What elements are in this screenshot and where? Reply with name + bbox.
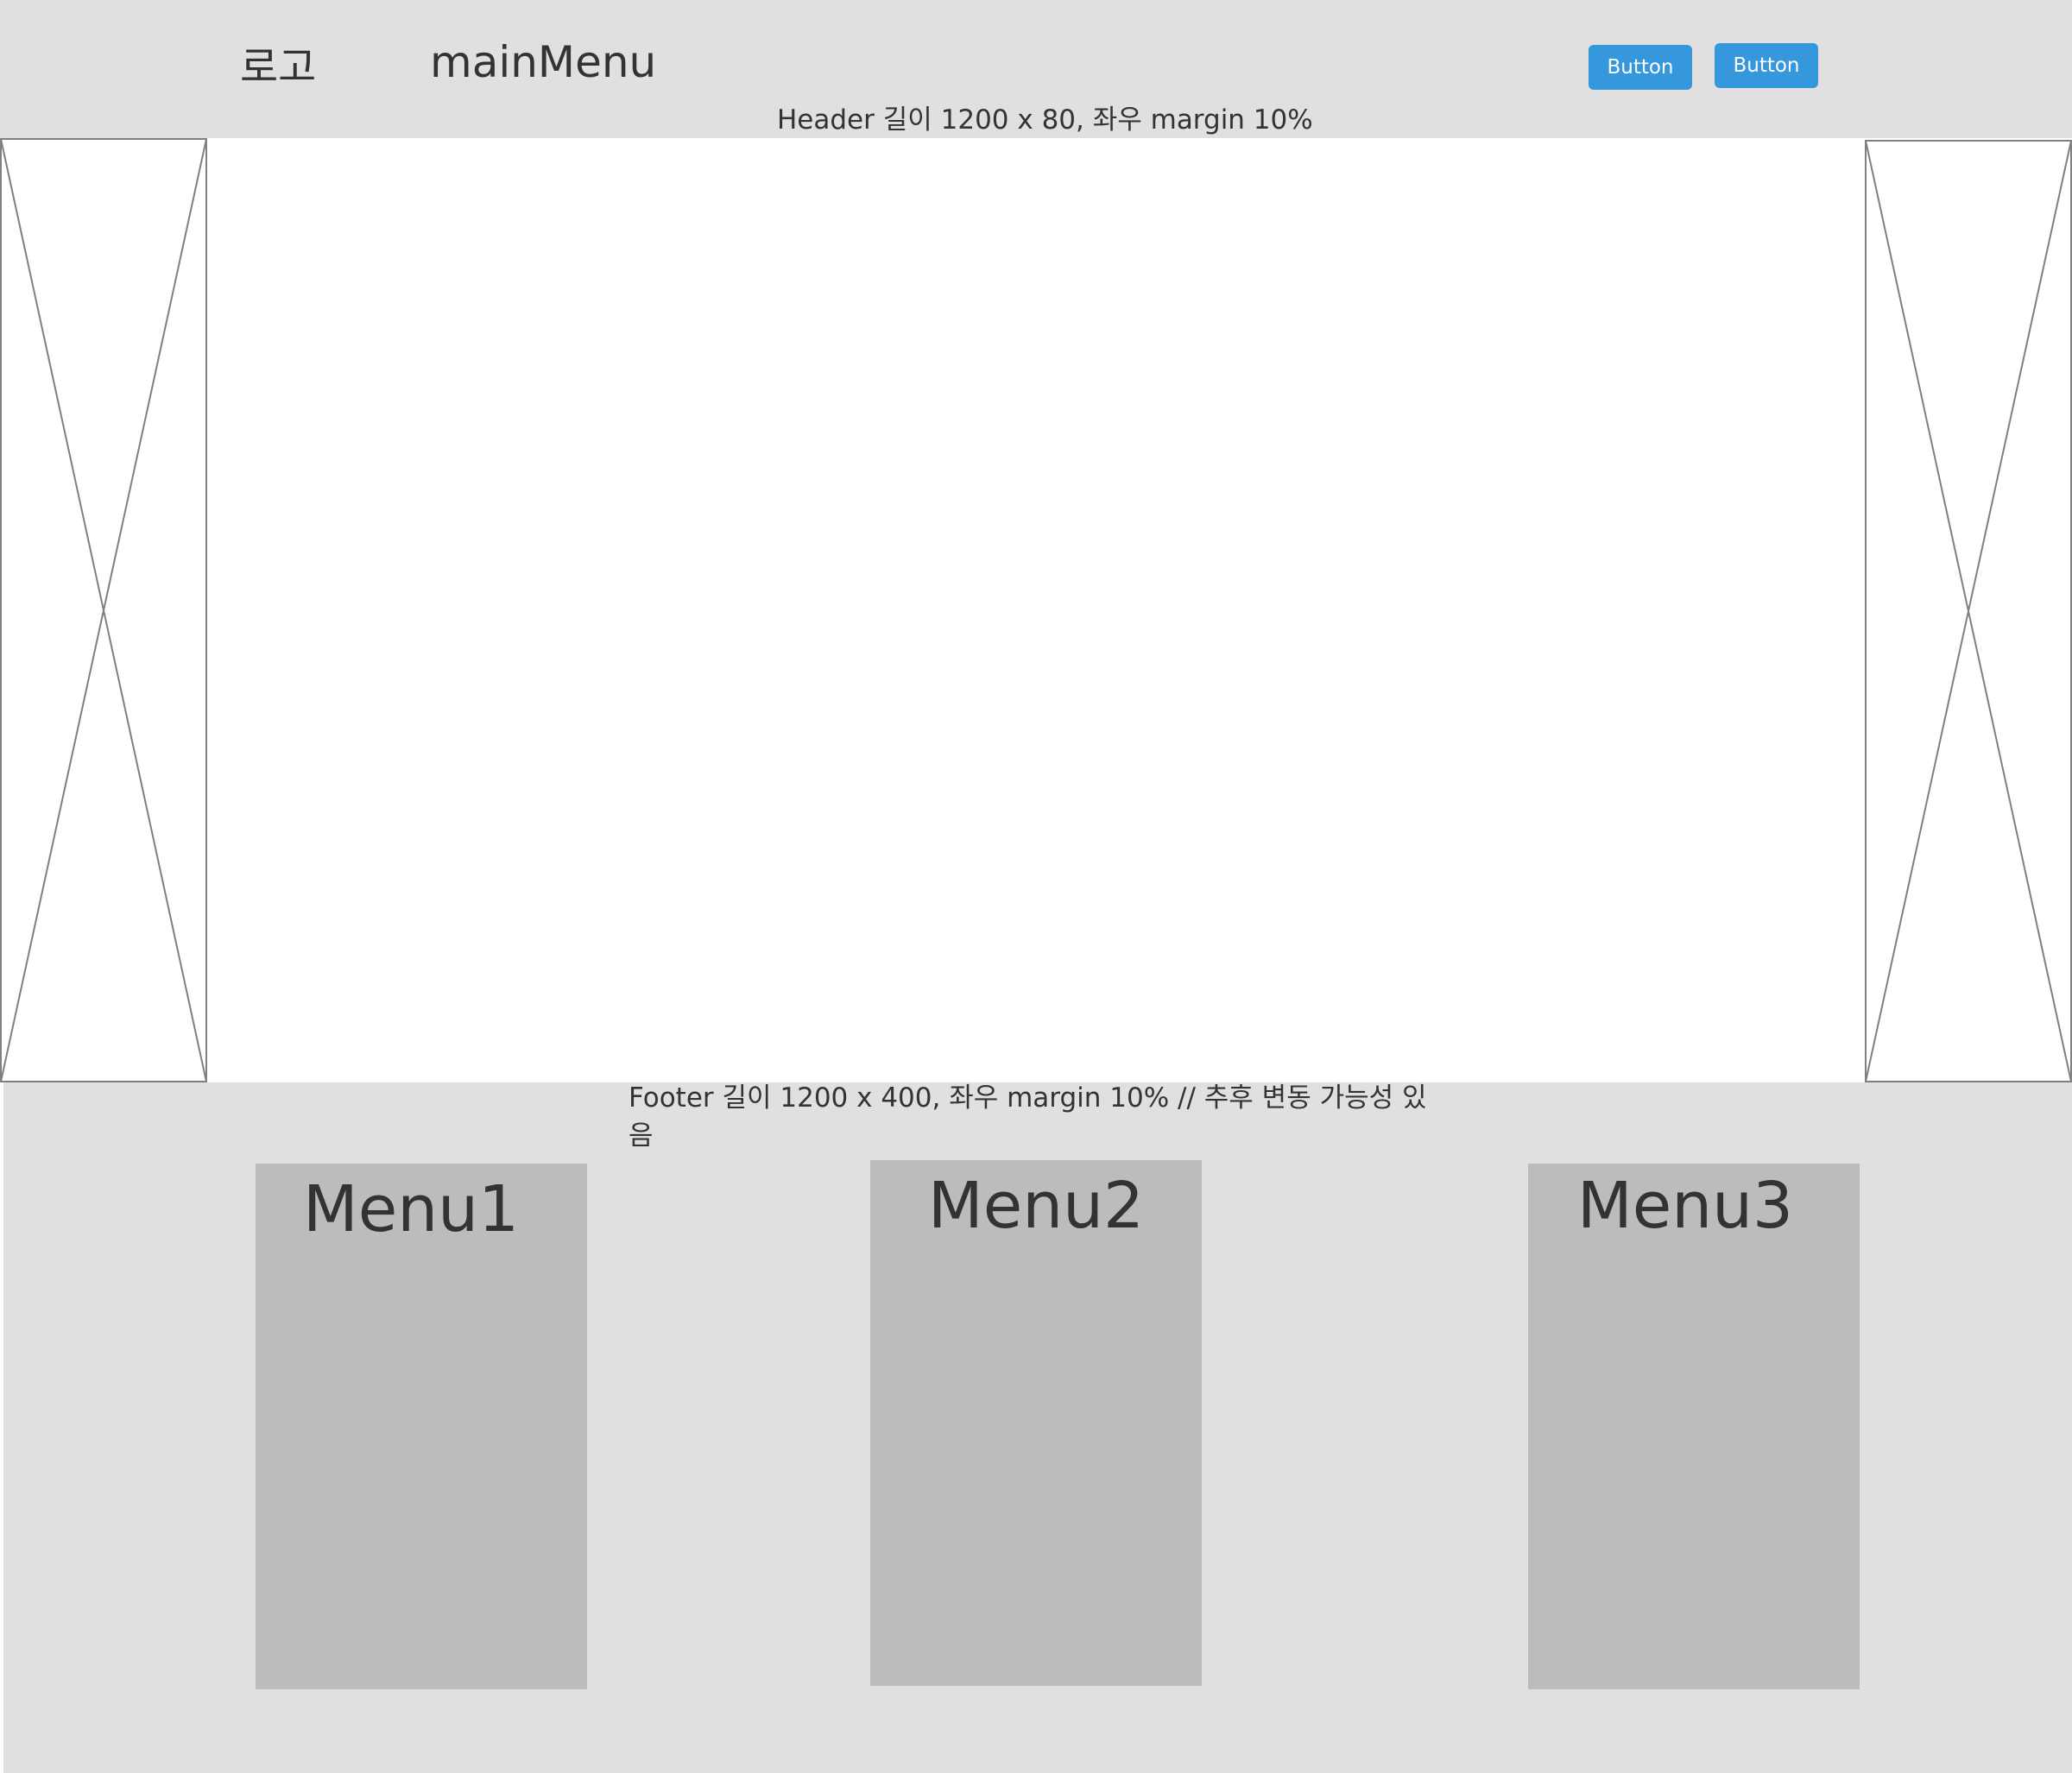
footer-menu-1[interactable]: Menu1	[256, 1164, 587, 1689]
header-button-1[interactable]: Button	[1589, 45, 1692, 90]
left-image-placeholder	[0, 138, 207, 1082]
footer-menu-2-label: Menu2	[927, 1169, 1145, 1243]
header-spec-note: Header 길이 1200 x 80, 좌우 margin 10%	[777, 104, 1313, 136]
wireframe-page: 로고 mainMenu Button Button Header 길이 1200…	[0, 0, 2072, 1773]
logo[interactable]: 로고	[240, 41, 316, 93]
image-placeholder-icon	[0, 138, 207, 1082]
image-placeholder-icon	[1865, 140, 2072, 1082]
footer-spec-note: Footer 길이 1200 x 400, 좌우 margin 10% // 추…	[629, 1082, 1427, 1152]
footer-menu-2[interactable]: Menu2	[870, 1160, 1202, 1686]
footer-menu-3[interactable]: Menu3	[1528, 1164, 1860, 1689]
right-image-placeholder	[1865, 140, 2072, 1082]
main-menu[interactable]: mainMenu	[430, 35, 656, 90]
header-button-2[interactable]: Button	[1715, 43, 1818, 88]
footer-menu-3-label: Menu3	[1576, 1169, 1794, 1243]
footer-menu-1-label: Menu1	[302, 1172, 520, 1246]
